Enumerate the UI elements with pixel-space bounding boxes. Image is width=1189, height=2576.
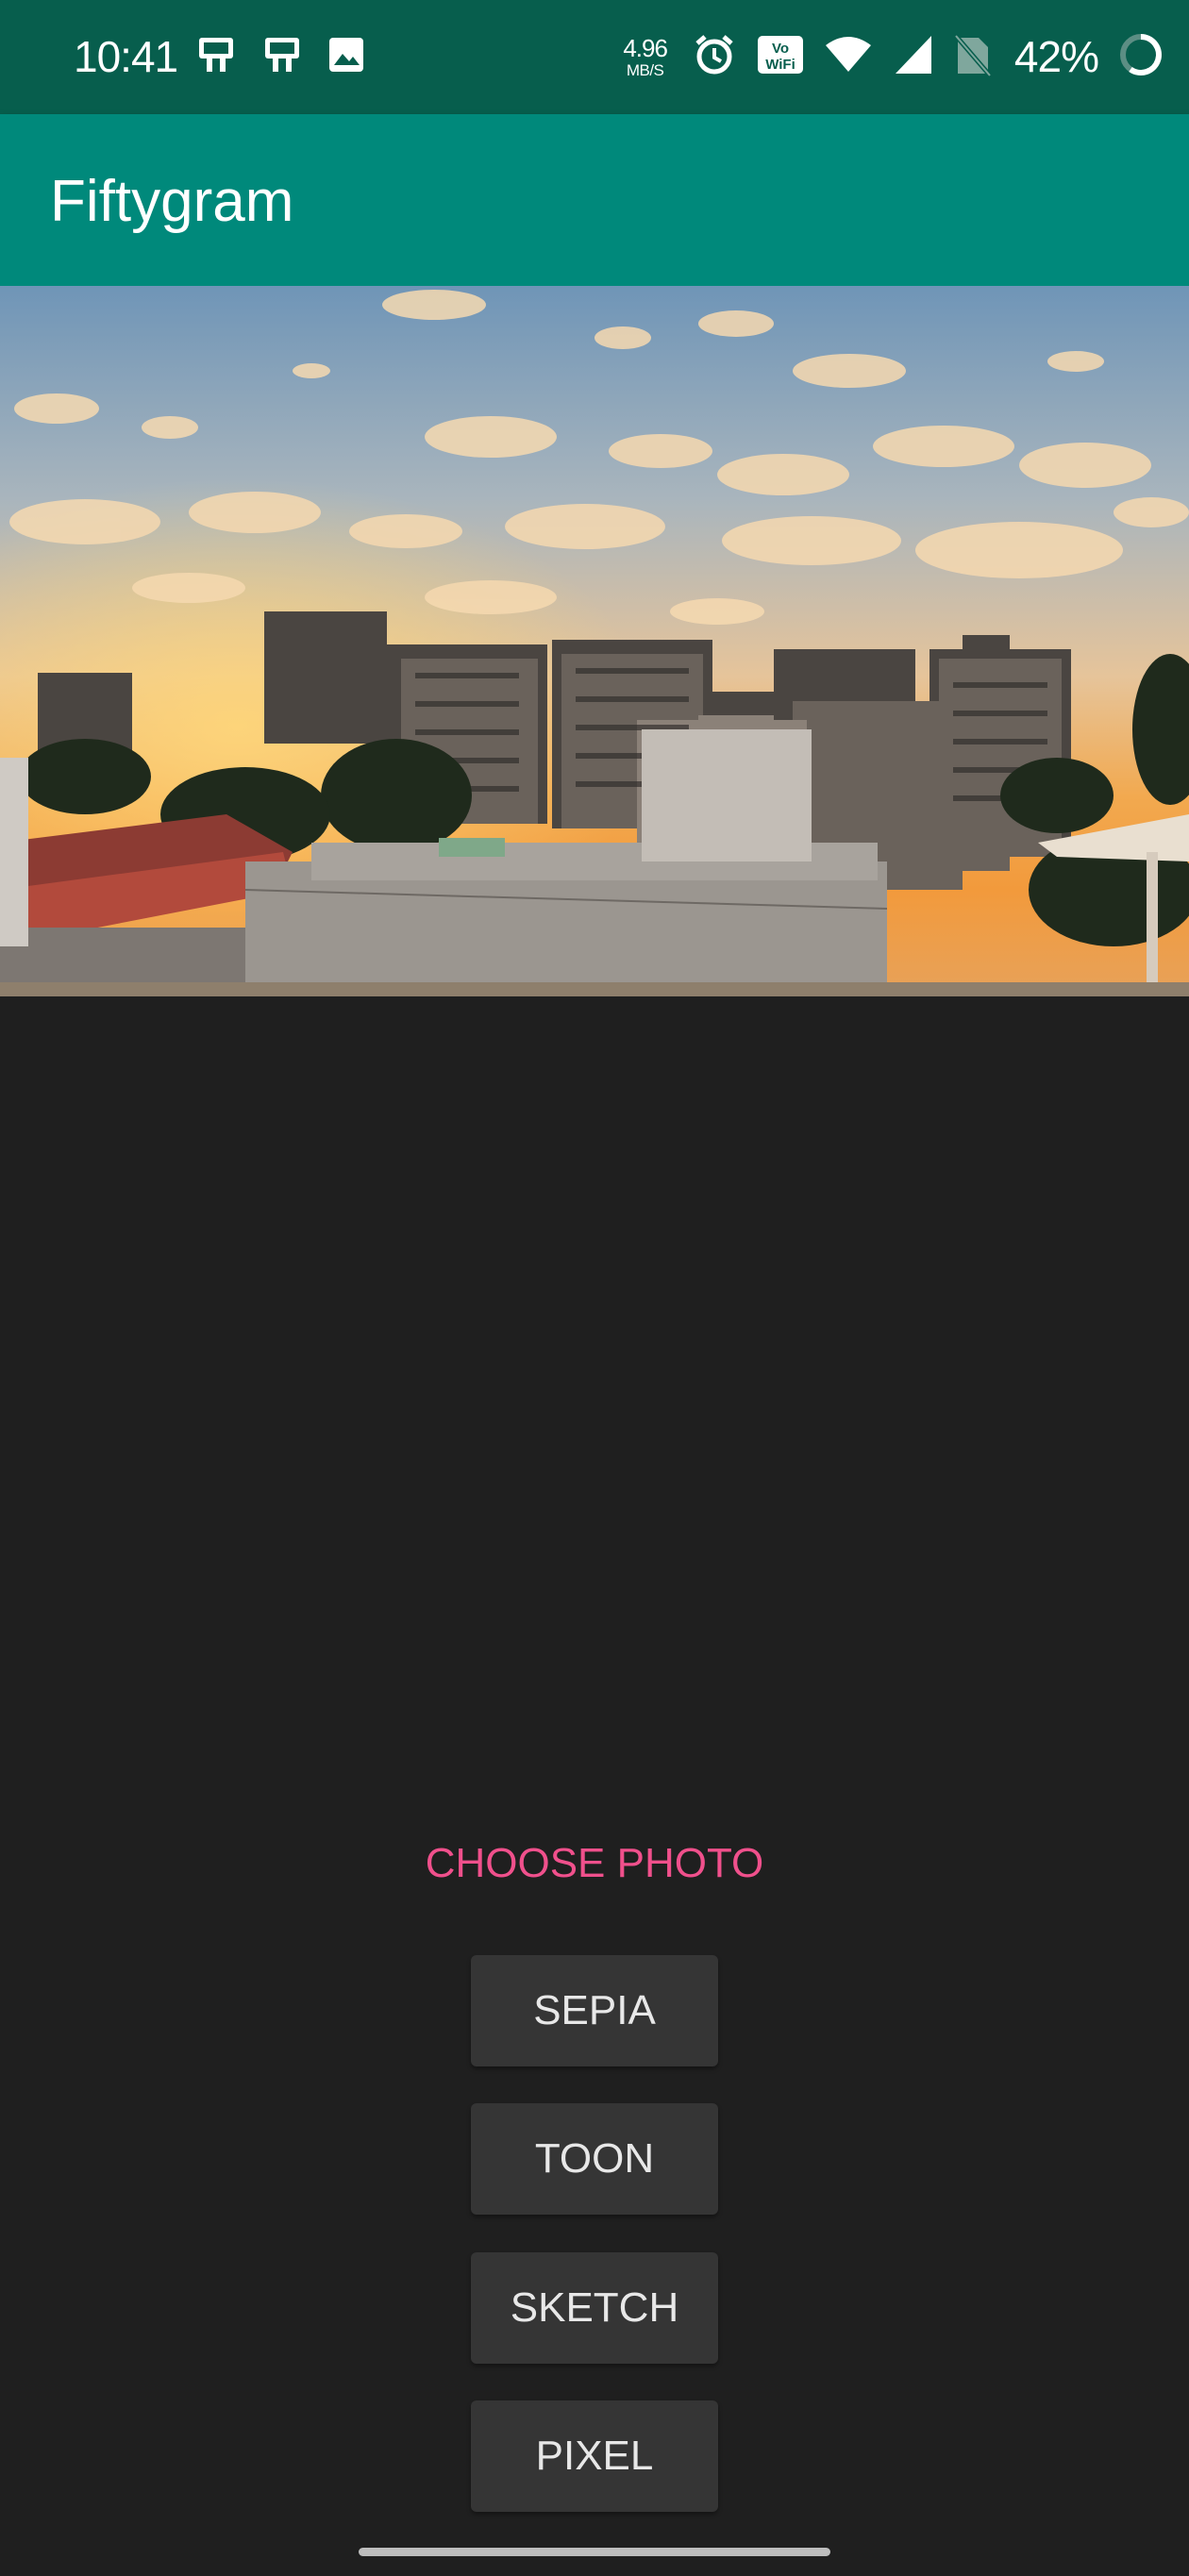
- net-speed-unit: MB/S: [626, 60, 664, 79]
- no-sim-icon: [954, 32, 992, 82]
- alarm-icon: [692, 32, 737, 82]
- app-title: Fiftygram: [50, 169, 294, 234]
- status-system-icons: 4.96 MB/S Vo WiFi 42%: [623, 28, 1164, 85]
- status-time: 10:41: [74, 32, 178, 81]
- battery-ring-icon: [1117, 31, 1164, 83]
- cell-signal-icon: [892, 32, 935, 82]
- toon-filter-button[interactable]: TOON: [471, 2103, 718, 2215]
- svg-text:Vo: Vo: [772, 41, 789, 57]
- image-icon: [326, 34, 367, 80]
- sepia-filter-button[interactable]: SEPIA: [471, 1955, 718, 2066]
- home-indicator[interactable]: [359, 2548, 830, 2556]
- vowifi-icon: Vo WiFi: [756, 32, 805, 82]
- selected-photo: [0, 286, 1189, 996]
- pixel-filter-button[interactable]: PIXEL: [471, 2400, 718, 2512]
- net-speed-value: 4.96: [623, 33, 668, 62]
- choose-photo-button[interactable]: CHOOSE PHOTO: [359, 1831, 830, 1897]
- status-notification-icons: [193, 32, 367, 81]
- svg-text:WiFi: WiFi: [765, 57, 795, 73]
- app-screen: 10:41 4.96 MB/S Vo WiFi 42% Fiftygram CH…: [0, 0, 1189, 2576]
- wifi-icon: [824, 32, 873, 82]
- device-icon: [193, 32, 239, 82]
- battery-percent: 42%: [1013, 32, 1099, 81]
- status-bar: 10:41 4.96 MB/S Vo WiFi 42%: [0, 0, 1189, 114]
- app-bar: Fiftygram: [0, 114, 1189, 286]
- net-speed: 4.96 MB/S: [623, 33, 668, 79]
- device-icon: [260, 32, 305, 82]
- sketch-filter-button[interactable]: SKETCH: [471, 2252, 718, 2364]
